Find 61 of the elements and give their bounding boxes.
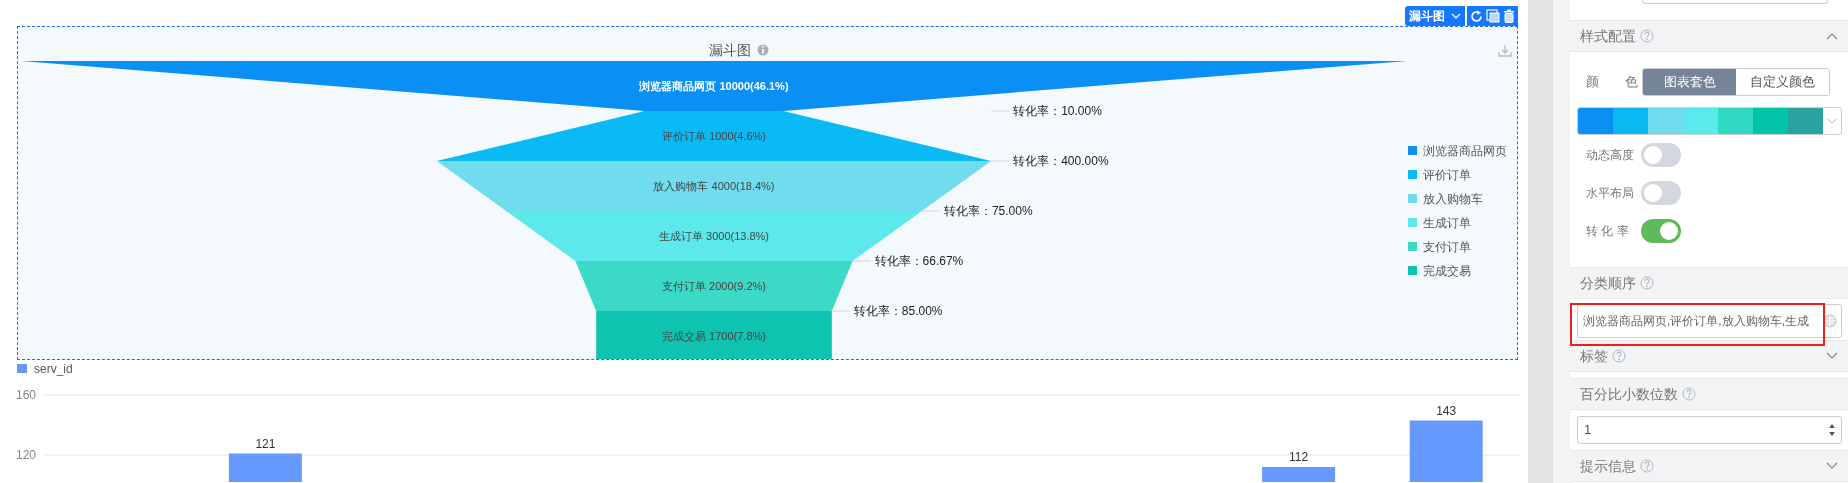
axis-label: 120 — [15, 448, 36, 462]
download-icon[interactable] — [1498, 44, 1512, 57]
segment-button[interactable]: 图表套色 — [1643, 69, 1736, 95]
switch-label: 水平布局 — [1586, 185, 1635, 202]
legend-label[interactable]: 放入购物车 — [1423, 192, 1483, 206]
color-palette-dropdown[interactable] — [1577, 107, 1842, 135]
leader-line — [851, 260, 872, 262]
data-label: 112 — [1289, 450, 1309, 464]
legend-label[interactable]: 完成交易 — [1423, 264, 1471, 278]
data-label: 121 — [255, 436, 276, 451]
help-icon[interactable] — [1640, 276, 1654, 290]
legend-label[interactable]: serv_id — [34, 362, 73, 376]
stage-label: 支付订单 2000(9.2%) — [662, 280, 766, 292]
field-label: 颜 色 — [1586, 73, 1638, 92]
toggle-switch[interactable] — [1641, 181, 1681, 205]
help-icon[interactable] — [1640, 459, 1654, 473]
chart-type-dropdown[interactable]: 漏斗图 — [1405, 6, 1465, 26]
data-label: 143 — [1436, 403, 1457, 418]
conversion-rate: 转化率：85.00% — [853, 304, 943, 318]
trash-icon[interactable] — [1503, 9, 1515, 23]
chart-title: 漏斗图 — [709, 42, 751, 58]
help-icon[interactable] — [1682, 387, 1696, 401]
chevron-down-icon — [1827, 118, 1837, 124]
legend-label[interactable]: 评价订单 — [1423, 168, 1471, 182]
toggle-switch[interactable] — [1641, 143, 1681, 167]
conversion-rate: 转化率：66.67% — [874, 254, 964, 268]
switch-label: 转 化 率 — [1586, 223, 1630, 240]
legend-label[interactable]: 支付订单 — [1423, 240, 1471, 254]
stage-label: 浏览器商品网页 10000(46.1%) — [639, 80, 789, 92]
stage-label: 生成订单 3000(13.8%) — [659, 230, 769, 242]
copy-icon[interactable] — [1486, 9, 1500, 23]
refresh-icon[interactable] — [1470, 9, 1483, 23]
axis-label: 160 — [15, 388, 36, 402]
stage-label: 评价订单 1000(4.6%) — [662, 130, 766, 142]
help-icon[interactable] — [1612, 349, 1626, 363]
section-title: 提示信息 — [1580, 456, 1636, 476]
scrollbar-track[interactable] — [1528, 0, 1553, 483]
conversion-rate: 转化率：400.00% — [1013, 154, 1109, 168]
legend-label[interactable]: 生成订单 — [1423, 216, 1471, 230]
switch-label: 动态高度 — [1586, 147, 1635, 164]
leader-line — [921, 210, 941, 212]
legend-label[interactable]: 浏览器商品网页 — [1423, 144, 1507, 158]
section-title: 样式配置 — [1580, 26, 1636, 46]
toggle-switch[interactable] — [1641, 219, 1681, 243]
stage-label: 放入购物车 4000(18.4%) — [653, 180, 775, 192]
chevron-down-icon[interactable] — [1826, 462, 1838, 470]
input-field[interactable]: 浏览器商品网页,评价订单,放入购物车,生成 — [1577, 304, 1842, 338]
chevron-up-icon[interactable] — [1826, 32, 1838, 40]
stage-label: 完成交易 1700(7.8%) — [662, 330, 766, 342]
help-icon[interactable] — [1640, 29, 1654, 43]
spinner-icon[interactable] — [1828, 422, 1836, 438]
chevron-down-icon[interactable] — [1826, 352, 1838, 360]
conversion-rate: 转化率：75.00% — [943, 204, 1033, 218]
conversion-rate: 转化率：10.00% — [1013, 104, 1102, 118]
caret-icon — [1451, 13, 1461, 19]
section-title: 分类顺序 — [1580, 273, 1636, 293]
info-icon[interactable] — [757, 44, 769, 56]
input-field[interactable] — [1642, 0, 1828, 4]
section-title: 标签 — [1580, 346, 1608, 366]
number-field[interactable]: 1 — [1577, 416, 1842, 444]
section-title: 百分比小数位数 — [1580, 384, 1678, 404]
